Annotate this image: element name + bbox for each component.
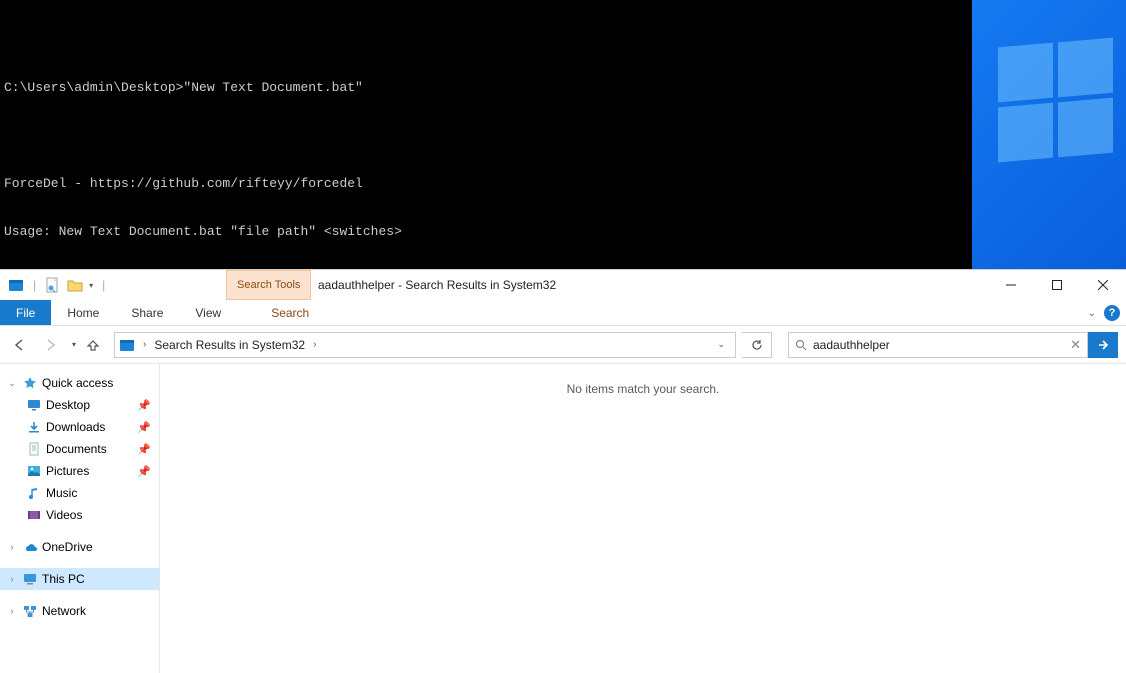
maximize-button[interactable] xyxy=(1034,270,1080,300)
address-dropdown-icon[interactable]: ⌄ xyxy=(711,339,731,350)
chevron-right-icon[interactable]: › xyxy=(139,339,150,350)
expand-ribbon-icon[interactable]: ⌄ xyxy=(1088,308,1096,319)
documents-icon xyxy=(26,441,42,457)
search-input[interactable] xyxy=(813,338,1064,352)
command-prompt-window[interactable]: C:\Users\admin\Desktop>"New Text Documen… xyxy=(0,0,972,269)
navpane-this-pc[interactable]: › This PC xyxy=(0,568,159,590)
location-icon xyxy=(119,337,135,353)
onedrive-icon xyxy=(22,539,38,555)
back-button[interactable] xyxy=(8,333,32,357)
windows-logo xyxy=(998,45,1118,165)
search-icon xyxy=(795,339,807,351)
properties-icon[interactable] xyxy=(45,277,61,293)
address-bar[interactable]: › Search Results in System32 › ⌄ xyxy=(114,332,736,358)
search-box[interactable]: ✕ xyxy=(788,332,1088,358)
expand-icon[interactable]: › xyxy=(6,542,18,552)
separator: | xyxy=(33,278,36,292)
empty-results-message: No items match your search. xyxy=(160,382,1126,396)
clear-search-icon[interactable]: ✕ xyxy=(1070,337,1081,353)
navpane-pictures[interactable]: Pictures 📌 xyxy=(0,460,159,482)
explorer-icon xyxy=(8,277,24,293)
collapse-icon[interactable]: ⌄ xyxy=(6,378,18,389)
music-icon xyxy=(26,485,42,501)
navpane-label: OneDrive xyxy=(42,540,159,554)
ribbon-tab-view[interactable]: View xyxy=(179,300,237,325)
navpane-onedrive[interactable]: › OneDrive xyxy=(0,536,159,558)
console-line: Usage: New Text Document.bat "file path"… xyxy=(4,224,968,240)
pin-icon: 📌 xyxy=(137,465,151,478)
separator: | xyxy=(102,278,105,292)
ribbon-tabs: File Home Share View Search ⌄ ? xyxy=(0,300,1126,326)
qat-dropdown-icon[interactable]: ▾ xyxy=(89,281,93,290)
videos-icon xyxy=(26,507,42,523)
minimize-button[interactable] xyxy=(988,270,1034,300)
navpane-music[interactable]: Music xyxy=(0,482,159,504)
refresh-button[interactable] xyxy=(742,332,772,358)
ribbon-tab-home[interactable]: Home xyxy=(51,300,115,325)
navigation-pane: ⌄ Quick access Desktop 📌 Downloads 📌 xyxy=(0,364,160,673)
navpane-label: Quick access xyxy=(42,376,159,390)
help-icon[interactable]: ? xyxy=(1104,305,1120,321)
expand-icon[interactable]: › xyxy=(6,606,18,616)
console-line: ForceDel - https://github.com/rifteyy/fo… xyxy=(4,176,968,192)
this-pc-icon xyxy=(22,571,38,587)
navpane-videos[interactable]: Videos xyxy=(0,504,159,526)
navpane-label: This PC xyxy=(42,572,159,586)
navpane-downloads[interactable]: Downloads 📌 xyxy=(0,416,159,438)
recent-locations-button[interactable]: ▾ xyxy=(68,340,80,349)
file-explorer-window: | ▾ | Search Tools aadauthhelper - Searc… xyxy=(0,269,1126,673)
ribbon-tab-file[interactable]: File xyxy=(0,300,51,325)
up-button[interactable] xyxy=(86,338,108,352)
new-folder-icon[interactable] xyxy=(67,277,83,293)
ribbon-tab-share[interactable]: Share xyxy=(115,300,179,325)
results-pane: No items match your search. xyxy=(160,364,1126,673)
downloads-icon xyxy=(26,419,42,435)
forward-button[interactable] xyxy=(38,333,62,357)
console-line: C:\Users\admin\Desktop>"New Text Documen… xyxy=(4,80,968,96)
title-bar: | ▾ | Search Tools aadauthhelper - Searc… xyxy=(0,270,1126,300)
pin-icon: 📌 xyxy=(137,399,151,412)
navigation-bar: ▾ › Search Results in System32 › ⌄ ✕ xyxy=(0,326,1126,364)
pin-icon: 📌 xyxy=(137,443,151,456)
navpane-label: Network xyxy=(42,604,159,618)
pictures-icon xyxy=(26,463,42,479)
search-go-button[interactable] xyxy=(1088,332,1118,358)
navpane-network[interactable]: › Network xyxy=(0,600,159,622)
console-line xyxy=(4,128,968,144)
navpane-quick-access[interactable]: ⌄ Quick access xyxy=(0,372,159,394)
close-button[interactable] xyxy=(1080,270,1126,300)
star-icon xyxy=(22,375,38,391)
expand-icon[interactable]: › xyxy=(6,574,18,584)
context-tab-label: Search Tools xyxy=(237,279,300,291)
context-tab-search-tools: Search Tools xyxy=(226,270,311,300)
console-line xyxy=(4,32,968,48)
network-icon xyxy=(22,603,38,619)
navpane-documents[interactable]: Documents 📌 xyxy=(0,438,159,460)
address-segment[interactable]: Search Results in System32 xyxy=(154,338,305,352)
window-title: aadauthhelper - Search Results in System… xyxy=(318,270,556,300)
desktop-icon xyxy=(26,397,42,413)
navpane-desktop[interactable]: Desktop 📌 xyxy=(0,394,159,416)
navpane-label: Music xyxy=(46,486,159,500)
pin-icon: 📌 xyxy=(137,421,151,434)
chevron-right-icon[interactable]: › xyxy=(309,339,320,350)
navpane-label: Videos xyxy=(46,508,159,522)
ribbon-tab-search[interactable]: Search xyxy=(255,300,325,325)
